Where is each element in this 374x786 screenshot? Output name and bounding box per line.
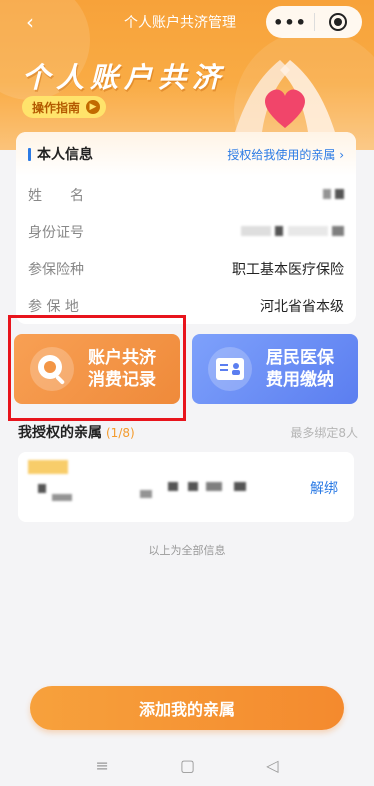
authorized-relatives-header: 我授权的亲属 (1/8) 最多绑定8人	[18, 422, 358, 442]
relatives-count: (1/8)	[106, 426, 135, 440]
more-dots-icon[interactable]: •••	[266, 13, 314, 32]
guide-label: 操作指南	[32, 100, 81, 115]
footer-note: 以上为全部信息	[148, 544, 226, 557]
highlight-box	[8, 315, 186, 421]
mini-program-capsule: •••	[266, 6, 362, 38]
relative-list-item: 解绑	[18, 452, 354, 522]
add-relative-button[interactable]: 添加我的亲属	[30, 686, 344, 730]
id-card-icon	[202, 341, 258, 397]
personal-info-header: 本人信息 授权给我使用的亲属 ›	[16, 132, 356, 176]
back-icon[interactable]: ◁	[266, 756, 278, 775]
resident-insurance-payment-tile[interactable]: 居民医保 费用缴纳	[192, 334, 358, 404]
info-label: 参保险种	[28, 261, 84, 278]
personal-info-title: 本人信息	[37, 147, 93, 163]
info-row-id: 身份证号	[16, 213, 356, 250]
redacted-name	[322, 187, 344, 203]
guide-button[interactable]: 操作指南 ▶	[22, 96, 107, 118]
menu-icon[interactable]: ≡	[96, 756, 109, 775]
chevron-right-circle-icon: ▶	[86, 100, 101, 114]
info-label: 身份证号	[28, 224, 84, 241]
bind-limit-hint: 最多绑定8人	[290, 425, 358, 440]
page-title: 个人账户共济管理	[124, 15, 236, 31]
info-label: 姓 名	[28, 187, 84, 204]
insurance-type: 职工基本医疗保险	[232, 261, 344, 278]
chevron-left-icon[interactable]: ‹	[26, 10, 50, 34]
section-marker	[28, 147, 31, 161]
tile-label-line1: 居民医保	[266, 348, 334, 368]
tile-label-line2: 费用缴纳	[266, 370, 334, 390]
authorized-relatives-link[interactable]: 授权给我使用的亲属 ›	[227, 146, 344, 163]
redacted-relative-info	[28, 460, 248, 514]
section-title: 我授权的亲属	[18, 425, 102, 441]
info-row-name: 姓 名	[16, 176, 356, 213]
home-icon[interactable]: ▢	[180, 756, 195, 775]
target-circle-icon	[329, 13, 347, 31]
insured-location: 河北省省本级	[260, 298, 344, 315]
system-navigation-bar: ≡ ▢ ◁	[0, 744, 374, 786]
info-row-insurance: 参保险种 职工基本医疗保险	[16, 250, 356, 287]
navigation-bar: ‹ 个人账户共济管理 •••	[0, 0, 374, 44]
personal-info-card: 本人信息 授权给我使用的亲属 › 姓 名 身份证号 参保险种 职工基本医疗保险 …	[16, 132, 356, 324]
info-label: 参 保 地	[28, 298, 79, 315]
redacted-id	[240, 224, 344, 240]
hero-title: 个人账户共济	[22, 61, 227, 94]
close-button[interactable]	[315, 13, 361, 31]
unbind-button[interactable]: 解绑	[310, 478, 338, 498]
